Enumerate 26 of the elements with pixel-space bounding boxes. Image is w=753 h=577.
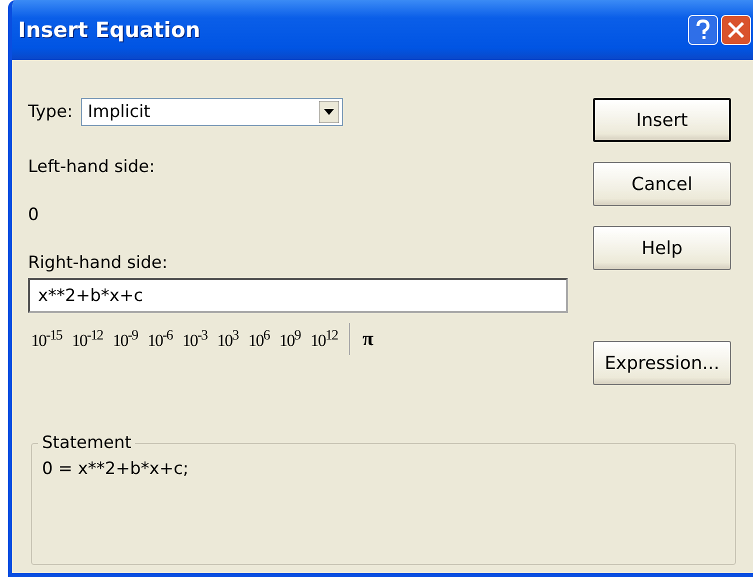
power-of-ten-button[interactable]: 10$^{-15}$ bbox=[26, 323, 67, 355]
left-hand-side-label: Left-hand side: bbox=[28, 156, 155, 178]
power-of-ten-button[interactable]: 10$^{-3}$ bbox=[177, 323, 212, 355]
dialog-button[interactable]: Help bbox=[593, 226, 731, 270]
statement-text: 0 = x**2+b*x+c; bbox=[42, 459, 190, 479]
power-of-ten-button[interactable]: 10$^{9}$ bbox=[274, 323, 306, 355]
power-of-ten-button[interactable]: 10$^{-12}$ bbox=[66, 323, 108, 355]
right-hand-side-label: Right-hand side: bbox=[28, 252, 168, 274]
power-of-ten-button[interactable]: 10$^{12}$ bbox=[305, 323, 343, 355]
right-hand-side-field[interactable]: x**2+b*x+c bbox=[28, 278, 568, 313]
expression-button[interactable]: Expression... bbox=[593, 341, 731, 385]
statement-title: Statement bbox=[41, 433, 132, 453]
power-of-ten-button[interactable]: 10$^{-6}$ bbox=[142, 323, 178, 355]
close-icon[interactable] bbox=[721, 15, 751, 45]
dropdown-arrow-icon[interactable] bbox=[318, 101, 339, 123]
window-title: Insert Equation bbox=[18, 18, 200, 42]
dialog-button[interactable]: Cancel bbox=[593, 162, 731, 206]
power-of-ten-button[interactable]: 10$^{-9}$ bbox=[108, 323, 143, 355]
dialog-button[interactable]: Insert bbox=[593, 98, 731, 142]
left-hand-side-value: 0 bbox=[28, 204, 39, 226]
power-of-ten-button[interactable]: 10$^{6}$ bbox=[243, 323, 274, 355]
type-dropdown[interactable]: Implicit bbox=[80, 98, 343, 126]
help-icon[interactable] bbox=[688, 15, 718, 45]
power-of-ten-button[interactable]: 10$^{3}$ bbox=[212, 323, 244, 355]
type-label: Type: bbox=[28, 101, 73, 123]
pi-button[interactable]: π bbox=[358, 324, 378, 354]
